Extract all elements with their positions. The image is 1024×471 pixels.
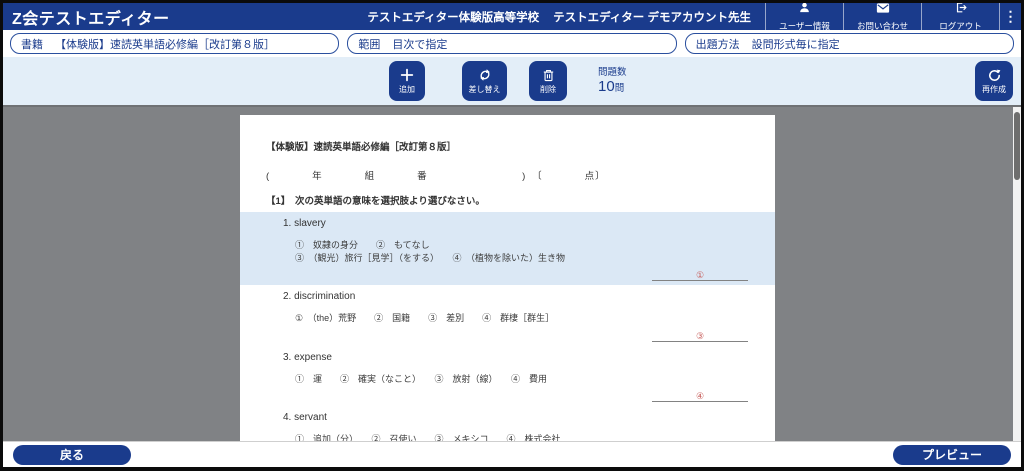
vertical-scrollbar[interactable] xyxy=(1013,107,1021,441)
question-count: 問題数 10問 xyxy=(598,64,627,97)
range-field[interactable]: 範囲 目次で指定 xyxy=(347,33,677,54)
mail-icon xyxy=(876,3,890,19)
replace-question-button[interactable]: 差し替え xyxy=(462,61,507,101)
range-field-value: 目次で指定 xyxy=(392,38,448,51)
question-3-answer: ④ xyxy=(652,392,748,403)
name-score-line: ( 年 組 番 ) 〔 点〕 xyxy=(266,171,606,182)
preview-button[interactable]: プレビュー xyxy=(893,444,1011,465)
book-field[interactable]: 書籍 【体験版】速読英単語必修編［改訂第８版］ xyxy=(10,33,340,54)
account-info: テストエディター体験版高等学校 テストエディター デモアカウント先生 xyxy=(367,9,765,25)
school-name: テストエディター体験版高等学校 xyxy=(367,11,540,24)
range-field-label: 範囲 xyxy=(358,38,381,51)
contact-button[interactable]: お問い合わせ xyxy=(843,3,921,31)
delete-label: 削除 xyxy=(540,84,556,94)
question-2[interactable]: 2. discrimination ① （the）荒野 ② 国籍 ③ 差別 ④ … xyxy=(240,285,775,346)
worksheet-title: 【体験版】速読英単語必修編［改訂第８版］ xyxy=(266,142,457,153)
worksheet-page: 【体験版】速読英単語必修編［改訂第８版］ ( 年 組 番 ) 〔 点〕 【1】 … xyxy=(240,115,775,441)
question-1-word: 1. slavery xyxy=(283,218,326,229)
bottom-bar: 戻る プレビュー xyxy=(3,441,1021,467)
question-4-word: 4. servant xyxy=(283,412,327,423)
replace-label: 差し替え xyxy=(468,85,501,94)
question-4-options-line-1: ① 追加（分） ② 召使い ③ メキシコ ④ 株式会社 xyxy=(295,434,561,441)
test-editor-window: Z会テストエディター テストエディター体験版高等学校 テストエディター デモアカ… xyxy=(0,0,1024,471)
logout-button[interactable]: ログアウト xyxy=(921,3,999,31)
question-2-answer: ③ xyxy=(652,330,748,343)
section-heading: 【1】 次の英単語の意味を選択肢より選びなさい。 xyxy=(266,196,485,207)
scrollbar-thumb[interactable] xyxy=(1014,112,1020,180)
question-1-answer: ① xyxy=(652,271,748,282)
trash-icon xyxy=(541,68,556,83)
user-icon xyxy=(798,3,811,19)
add-question-button[interactable]: 追加 xyxy=(389,61,425,101)
method-field-label: 出題方法 xyxy=(695,38,740,51)
recreate-button[interactable]: 再作成 xyxy=(975,61,1013,101)
question-count-value: 10問 xyxy=(598,78,625,95)
book-field-label: 書籍 xyxy=(21,38,43,51)
refresh-icon xyxy=(987,68,1002,83)
logout-icon xyxy=(954,3,967,19)
condition-fields-row: 書籍 【体験版】速読英単語必修編［改訂第８版］ 範囲 目次で指定 出題方法 設問… xyxy=(3,30,1021,57)
recreate-label: 再作成 xyxy=(982,84,1006,94)
top-bar: Z会テストエディター テストエディター体験版高等学校 テストエディター デモアカ… xyxy=(3,3,1021,31)
question-3-options-line-1: ① 運 ② 確実（なこと） ③ 放射（線） ④ 費用 xyxy=(295,373,548,384)
answer-line xyxy=(652,340,748,343)
question-count-label: 問題数 xyxy=(598,67,627,78)
question-1-options-line-2: ③ （観光）旅行［見学］（をする） ④ （植物を除いた）生き物 xyxy=(295,252,566,263)
back-button[interactable]: 戻る xyxy=(13,444,131,465)
question-1-answer-number: ① xyxy=(695,270,705,280)
add-label: 追加 xyxy=(399,85,415,94)
question-2-answer-number: ③ xyxy=(695,330,705,341)
preview-canvas: 【体験版】速読英単語必修編［改訂第８版］ ( 年 組 番 ) 〔 点〕 【1】 … xyxy=(3,107,1021,441)
method-field[interactable]: 出題方法 設問形式毎に指定 xyxy=(684,33,1014,54)
top-menu: ユーザー情報 お問い合わせ ログアウト ⋮ xyxy=(765,3,1021,31)
question-3-word: 3. expense xyxy=(283,351,332,363)
question-1[interactable]: 1. slavery ① 奴隷の身分 ② もてなし ③ （観光）旅行［見学］（を… xyxy=(240,212,775,285)
question-4[interactable]: 4. servant ① 追加（分） ② 召使い ③ メキシコ ④ 株式会社 xyxy=(240,406,775,441)
question-3-answer-number: ④ xyxy=(695,391,705,401)
swap-arrows-icon xyxy=(477,67,493,83)
question-2-options-line-1: ① （the）荒野 ② 国籍 ③ 差別 ④ 群棲［群生］ xyxy=(295,313,555,323)
question-toolbar: 追加 差し替え 削除 問題数 10問 再作成 xyxy=(3,57,1021,107)
delete-question-button[interactable]: 削除 xyxy=(529,61,567,101)
user-name: テストエディター デモアカウント先生 xyxy=(553,11,751,24)
answer-line xyxy=(652,401,748,403)
user-info-button[interactable]: ユーザー情報 xyxy=(765,3,843,31)
app-title: Z会テストエディター xyxy=(12,10,170,28)
plus-icon xyxy=(399,67,415,83)
answer-line xyxy=(652,280,748,282)
kebab-menu-icon[interactable]: ⋮ xyxy=(999,3,1021,30)
question-2-word: 2. discrimination xyxy=(283,291,356,302)
question-1-options-line-1: ① 奴隷の身分 ② もてなし xyxy=(295,240,430,250)
book-field-value: 【体験版】速読英単語必修編［改訂第８版］ xyxy=(55,38,275,51)
question-3[interactable]: 3. expense ① 運 ② 確実（なこと） ③ 放射（線） ④ 費用 ④ xyxy=(240,346,775,407)
method-field-value: 設問形式毎に指定 xyxy=(751,38,840,51)
